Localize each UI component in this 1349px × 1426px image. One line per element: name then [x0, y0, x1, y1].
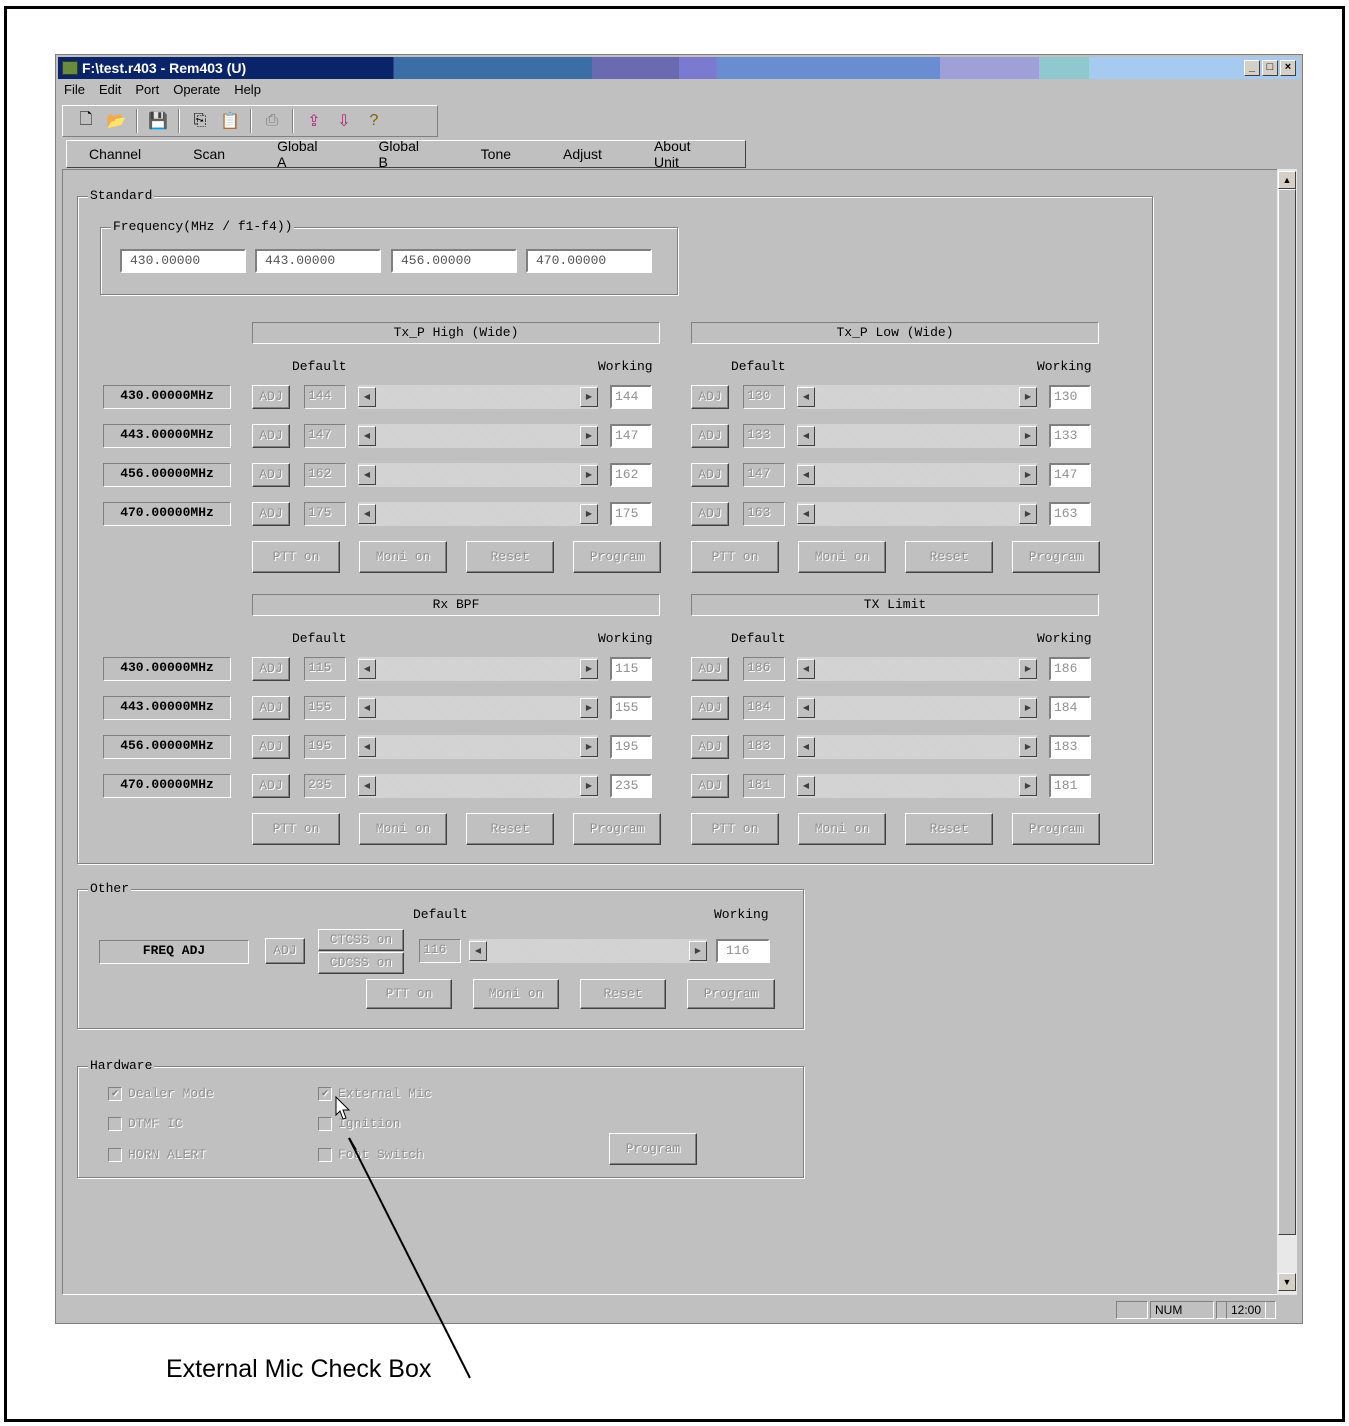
callout-label: External Mic Check Box: [166, 1355, 432, 1383]
callout-line: [348, 1137, 471, 1379]
mouse-cursor-icon: [335, 1095, 351, 1120]
callout-overlay: [335, 1095, 471, 1379]
